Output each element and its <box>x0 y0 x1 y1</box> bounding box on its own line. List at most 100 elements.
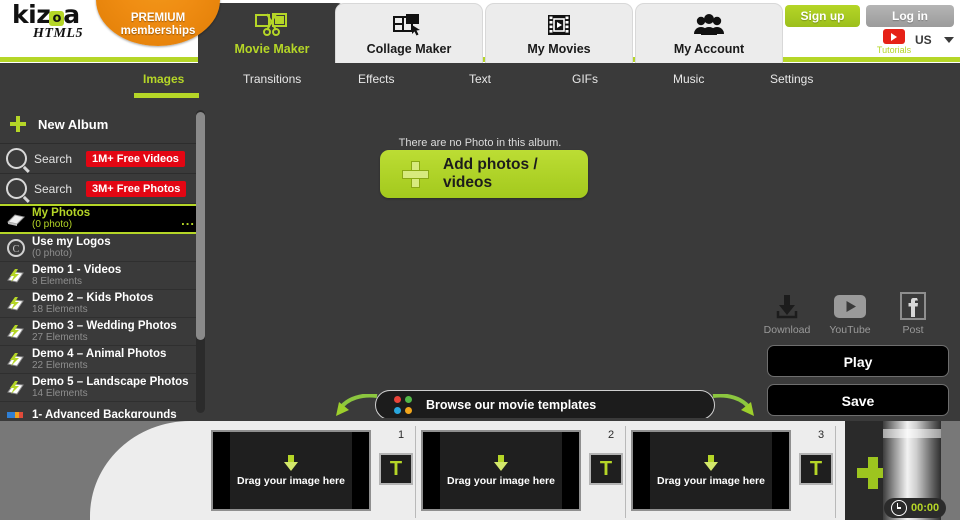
new-album-label: New Album <box>38 116 109 132</box>
facebook-post-button[interactable]: Post <box>886 290 940 336</box>
timeline-curve-decoration <box>90 421 210 520</box>
timeline-slot-2[interactable]: Drag your image here T 2 <box>417 426 629 516</box>
tab-my-account[interactable]: My Account <box>635 3 783 63</box>
youtube-label: YouTube <box>829 324 871 336</box>
album-text: 1- Advanced Backgrounds <box>32 409 177 418</box>
demo-album-icon <box>6 379 26 397</box>
album-name: Demo 5 – Landscape Photos <box>32 375 189 388</box>
search-videos-label: Search <box>34 151 73 166</box>
duration-value: 00:00 <box>911 502 940 514</box>
album-text: Use my Logos (0 photo) <box>32 236 111 259</box>
album-text: Demo 4 – Animal Photos 22 Elements <box>32 347 167 371</box>
collage-cursor-icon <box>336 12 482 38</box>
locale-selector[interactable]: US <box>915 33 932 47</box>
browse-templates-button[interactable]: Browse our movie templates <box>375 390 715 420</box>
youtube-button[interactable]: YouTube <box>823 290 877 336</box>
timeline-slot-1[interactable]: Drag your image here T 1 <box>207 426 419 516</box>
slot-number-1: 1 <box>398 429 405 441</box>
empty-album-message: There are no Photo in this album. <box>398 137 562 149</box>
sidebar-album-demo-5[interactable]: Demo 5 – Landscape Photos 14 Elements <box>0 374 205 402</box>
signup-button[interactable]: Sign up <box>785 5 860 27</box>
sidebar-album-demo-3[interactable]: Demo 3 – Wedding Photos 27 Elements <box>0 318 205 346</box>
tab-my-movies[interactable]: My Movies <box>485 3 633 63</box>
subnav-item-images[interactable]: Images <box>143 72 184 86</box>
kizoa-movie-maker-app: kiz oa HTML5 PREMIUM memberships Movie M… <box>0 0 960 520</box>
subnav-item-text[interactable]: Text <box>469 72 491 86</box>
add-photos-videos-button[interactable]: Add photos / videos <box>380 150 588 198</box>
album-count: 8 Elements <box>32 275 83 287</box>
subnav-item-gifs[interactable]: GIFs <box>572 72 598 86</box>
top-header-bar: kiz oa HTML5 PREMIUM memberships Movie M… <box>0 0 960 63</box>
timeline-duration: 00:00 <box>884 498 947 518</box>
tab-movie-maker[interactable]: Movie Maker <box>198 3 346 63</box>
search-icon <box>6 178 27 199</box>
album-text: Demo 2 – Kids Photos 18 Elements <box>32 292 153 315</box>
subnav-item-music[interactable]: Music <box>673 72 704 86</box>
album-text: Demo 3 – Wedding Photos 27 Elements <box>32 319 177 343</box>
slot-drop-frame[interactable]: Drag your image here <box>211 430 371 511</box>
cylinder-highlight <box>883 429 941 438</box>
download-icon <box>760 290 814 322</box>
album-count: (0 photo) <box>32 247 73 259</box>
album-menu-icon[interactable]: ... <box>181 213 195 228</box>
tab-collage-maker[interactable]: Collage Maker <box>335 3 483 63</box>
timeline-slot-3[interactable]: Drag your image here T 3 <box>627 426 839 516</box>
slot-divider <box>835 426 836 518</box>
photo-stack-icon <box>6 210 26 228</box>
tab-my-account-label: My Account <box>673 42 745 56</box>
download-arrow-icon <box>284 454 298 471</box>
plus-icon <box>10 116 26 132</box>
album-name: Demo 1 - Videos <box>32 263 122 276</box>
color-dots-icon <box>394 396 412 414</box>
subnav-item-transitions[interactable]: Transitions <box>243 72 301 86</box>
transition-button-3[interactable]: T <box>799 453 833 485</box>
search-photos-label: Search <box>34 181 73 196</box>
transition-button-1[interactable]: T <box>379 453 413 485</box>
sidebar-album-advanced-backgrounds[interactable]: 1- Advanced Backgrounds <box>0 402 205 418</box>
sidebar-album-demo-1[interactable]: Demo 1 - Videos 8 Elements <box>0 262 205 290</box>
download-button[interactable]: Download <box>760 290 814 336</box>
subnav-item-effects[interactable]: Effects <box>358 72 394 86</box>
post-label: Post <box>902 324 924 336</box>
svg-text:C: C <box>13 244 20 255</box>
album-text: My Photos (0 photo) <box>32 207 90 230</box>
search-free-videos-row[interactable]: Search 1M+ Free Videos <box>0 144 205 174</box>
tab-collage-maker-label: Collage Maker <box>366 42 452 56</box>
tutorials-label: Tutorials <box>876 45 912 55</box>
sidebar-album-my-photos[interactable]: My Photos (0 photo) ... <box>0 204 205 234</box>
secondary-nav-bar: Images Transitions Effects Text GIFs Mus… <box>0 63 960 101</box>
main-stage-panel: There are no Photo in this album. Add ph… <box>205 105 960 420</box>
tab-movie-maker-label: Movie Maker <box>234 42 310 56</box>
plus-icon <box>402 160 429 188</box>
album-count: 27 Elements <box>32 331 88 343</box>
timeline-slot-strip: Drag your image here T 1 Drag your image… <box>203 421 855 520</box>
login-button[interactable]: Log in <box>866 5 954 27</box>
new-album-button[interactable]: New Album <box>0 105 205 144</box>
chevron-down-icon[interactable] <box>944 37 954 43</box>
arrow-left-icon <box>336 394 378 416</box>
save-button[interactable]: Save <box>767 384 949 416</box>
add-photos-videos-label: Add photos / videos <box>443 156 538 191</box>
search-free-photos-row[interactable]: Search 3M+ Free Photos <box>0 174 205 204</box>
scissors-film-icon <box>198 11 346 37</box>
sidebar-scrollbar-thumb[interactable] <box>196 112 205 340</box>
subnav-item-settings[interactable]: Settings <box>770 72 813 86</box>
tutorials-link[interactable]: Tutorials <box>870 29 918 55</box>
transition-button-2[interactable]: T <box>589 453 623 485</box>
logo-o-tile: o <box>49 11 65 26</box>
play-button[interactable]: Play <box>767 345 949 377</box>
album-name: Demo 4 – Animal Photos <box>32 347 167 360</box>
demo-album-icon <box>6 267 26 285</box>
slot-drop-frame[interactable]: Drag your image here <box>631 430 791 511</box>
sidebar-album-use-my-logos[interactable]: C Use my Logos (0 photo) <box>0 234 205 262</box>
slot-number-2: 2 <box>608 429 615 441</box>
album-name: Demo 3 – Wedding Photos <box>32 319 177 332</box>
album-count: 14 Elements <box>32 387 88 399</box>
arrow-right-icon <box>712 394 754 416</box>
album-text: Demo 5 – Landscape Photos 14 Elements <box>32 375 189 399</box>
sidebar-album-demo-4[interactable]: Demo 4 – Animal Photos 22 Elements <box>0 346 205 374</box>
sidebar-album-demo-2[interactable]: Demo 2 – Kids Photos 18 Elements <box>0 290 205 318</box>
premium-line-2: memberships <box>120 25 196 37</box>
kizoa-logo[interactable]: kiz oa HTML5 <box>8 2 108 48</box>
slot-drop-frame[interactable]: Drag your image here <box>421 430 581 511</box>
